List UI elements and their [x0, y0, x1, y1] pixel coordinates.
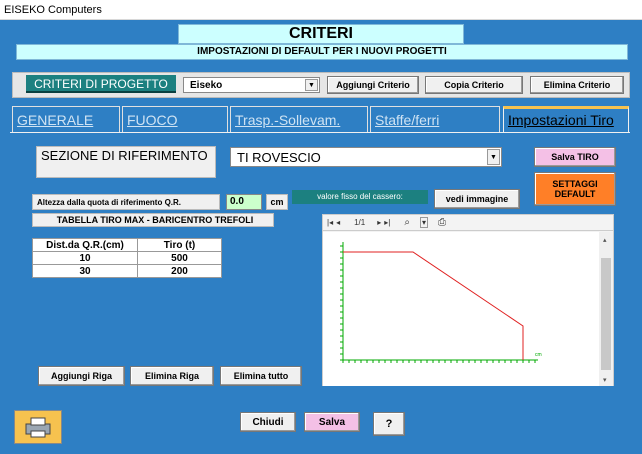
- scroll-up-icon[interactable]: ▴: [603, 237, 607, 244]
- vedi-immagine-button[interactable]: vedi immagine: [434, 189, 520, 209]
- chart-viewer: |◂ ◂ 1/1 ▸ ▸| ⌕ ▾ ⎙ cm ▴ ▾: [322, 214, 614, 386]
- tab-trasp-sollevam[interactable]: Trasp.-Sollevam.: [230, 106, 368, 132]
- table-header-dist: Dist.da Q.R.(cm): [32, 238, 138, 252]
- altezza-label: Altezza dalla quota di riferimento Q.R.: [32, 194, 220, 210]
- sezione-select-value: TI ROVESCIO: [237, 149, 321, 165]
- page-subtitle: IMPOSTAZIONI DI DEFAULT PER I NUOVI PROG…: [16, 44, 628, 60]
- criteria-select[interactable]: Eiseko ▼: [183, 77, 320, 93]
- window-title: EISEKO Computers: [0, 0, 642, 20]
- page-indicator: 1/1: [354, 218, 366, 227]
- table-header-tiro: Tiro (t): [137, 238, 222, 252]
- chart-area: [323, 232, 599, 386]
- tab-impostazioni-tiro[interactable]: Impostazioni Tiro: [503, 106, 629, 132]
- last-page-icon[interactable]: ▸|: [384, 218, 390, 227]
- print-button[interactable]: [14, 410, 62, 444]
- scroll-down-icon[interactable]: ▾: [603, 377, 607, 384]
- table-cell[interactable]: 500: [137, 251, 222, 265]
- copy-criterio-button[interactable]: Copia Criterio: [425, 76, 523, 94]
- page-title: CRITERI: [178, 24, 464, 44]
- next-page-icon[interactable]: ▸: [377, 218, 381, 227]
- altezza-unit: cm: [266, 194, 288, 210]
- search-icon[interactable]: ⌕: [404, 217, 410, 228]
- chevron-down-icon[interactable]: ▾: [419, 217, 428, 228]
- tiro-chart: cm ▴ ▾: [323, 232, 613, 386]
- table-row[interactable]: 30 200: [32, 264, 222, 278]
- salva-tiro-button[interactable]: Salva TIRO: [534, 147, 616, 167]
- prev-page-icon[interactable]: ◂: [336, 218, 340, 227]
- elimina-riga-button[interactable]: Elimina Riga: [130, 366, 214, 386]
- tiro-table: Dist.da Q.R.(cm) Tiro (t) 10 500 30 200: [32, 238, 222, 278]
- salva-button[interactable]: Salva: [304, 412, 360, 432]
- altezza-input[interactable]: 0.0: [226, 194, 262, 210]
- table-row[interactable]: 10 500: [32, 251, 222, 265]
- criteria-select-value: Eiseko: [190, 79, 223, 91]
- aggiungi-riga-button[interactable]: Aggiungi Riga: [38, 366, 125, 386]
- table-cell[interactable]: 10: [32, 251, 138, 265]
- add-criterio-button[interactable]: Aggiungi Criterio: [327, 76, 419, 94]
- scrollbar-thumb[interactable]: [601, 258, 611, 370]
- viewer-toolbar: |◂ ◂ 1/1 ▸ ▸| ⌕ ▾ ⎙: [323, 215, 613, 231]
- criteria-label: CRITERI DI PROGETTO: [26, 75, 176, 93]
- table-cell[interactable]: 30: [32, 264, 138, 278]
- sezione-label: SEZIONE DI RIFERIMENTO: [36, 146, 216, 178]
- tab-staffe-ferri[interactable]: Staffe/ferri: [370, 106, 500, 132]
- print-icon[interactable]: ⎙: [438, 217, 446, 228]
- chevron-down-icon[interactable]: ▼: [487, 149, 500, 165]
- table-cell[interactable]: 200: [137, 264, 222, 278]
- elimina-tutto-button[interactable]: Elimina tutto: [220, 366, 302, 386]
- main-area: CRITERI IMPOSTAZIONI DI DEFAULT PER I NU…: [0, 20, 642, 454]
- settaggi-default-button[interactable]: SETTAGGI DEFAULT: [534, 172, 616, 206]
- help-button[interactable]: ?: [373, 412, 405, 436]
- printer-icon: [25, 417, 51, 438]
- chiudi-button[interactable]: Chiudi: [240, 412, 296, 432]
- tab-generale[interactable]: GENERALE: [12, 106, 120, 132]
- cassero-label: valore fisso del cassero:: [292, 190, 428, 204]
- delete-criterio-button[interactable]: Elimina Criterio: [530, 76, 624, 94]
- tab-fuoco[interactable]: FUOCO: [122, 106, 228, 132]
- sezione-select[interactable]: TI ROVESCIO ▼: [230, 147, 502, 167]
- x-axis-unit: cm: [535, 352, 542, 358]
- chevron-down-icon[interactable]: ▼: [305, 79, 318, 91]
- tabella-title: TABELLA TIRO MAX - BARICENTRO TREFOLI: [32, 213, 274, 227]
- first-page-icon[interactable]: |◂: [327, 218, 333, 227]
